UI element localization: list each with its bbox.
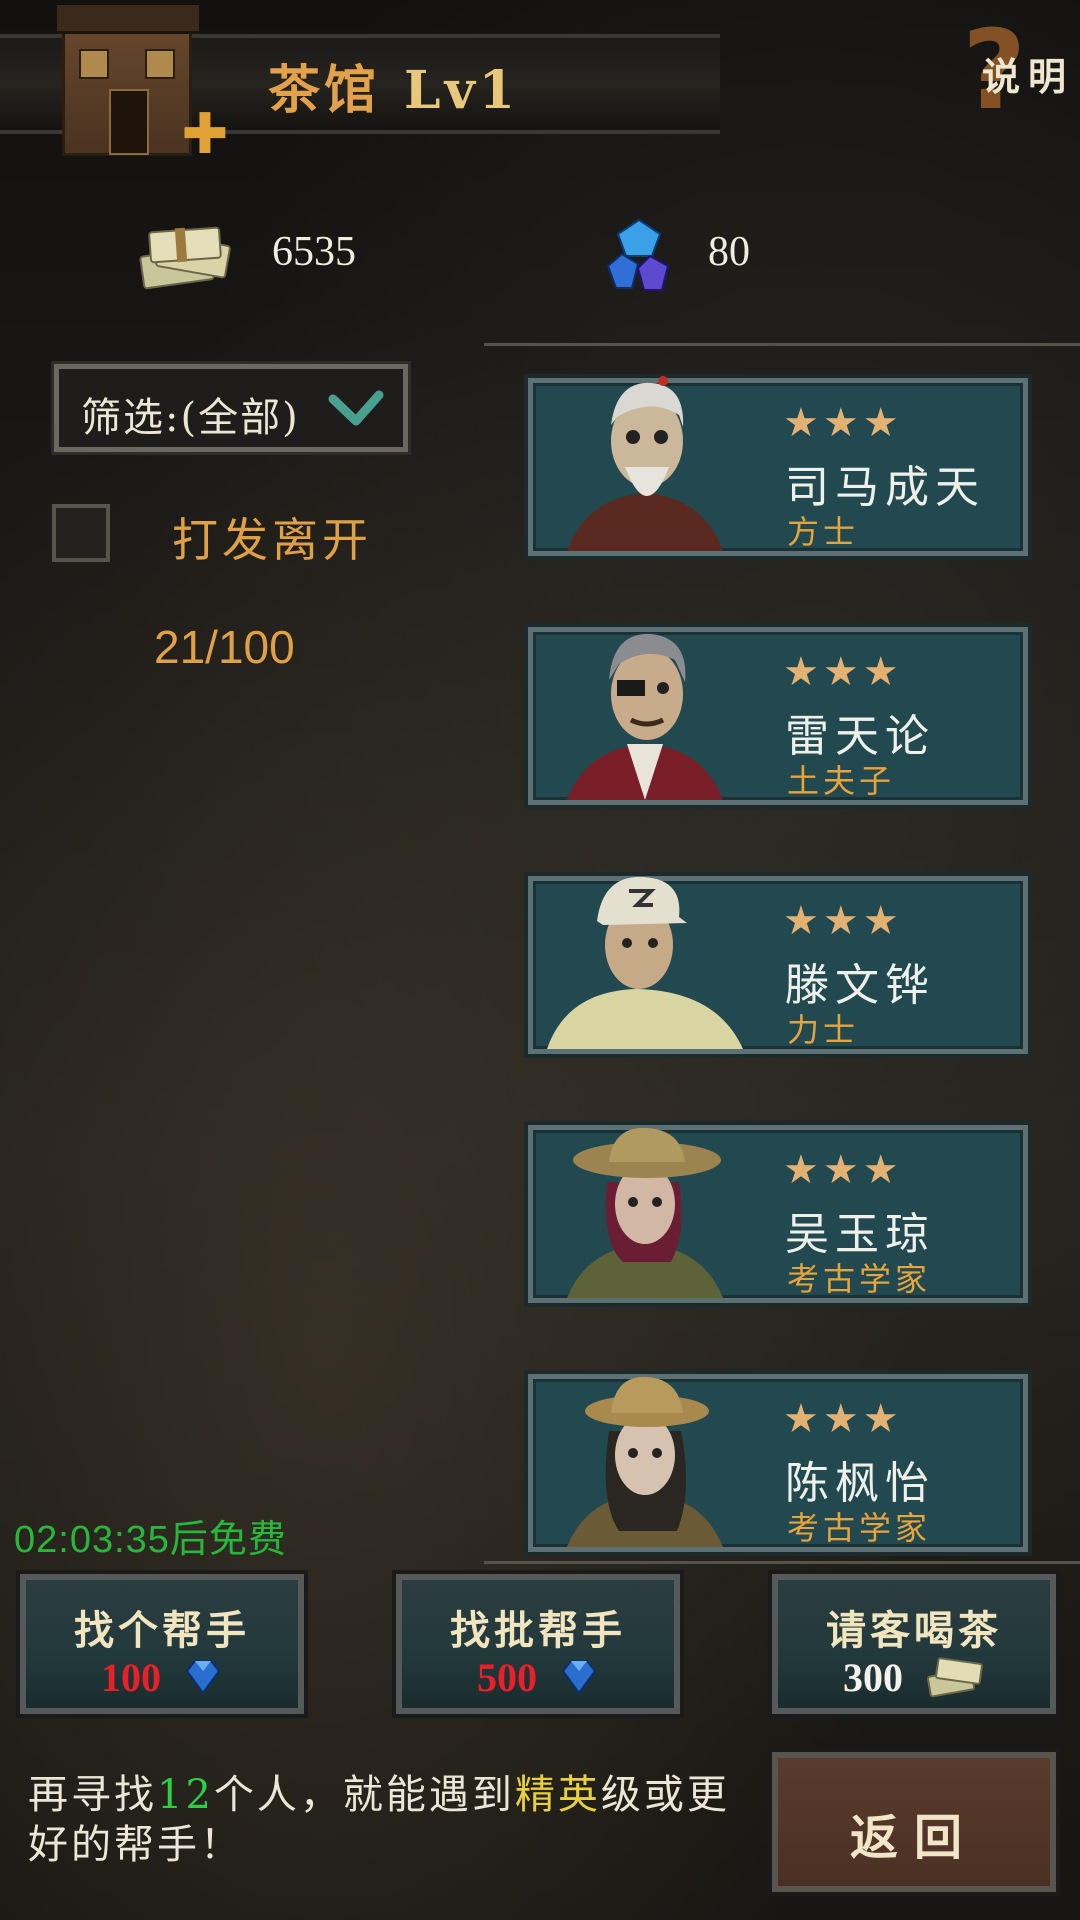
hero-class: 方士: [787, 513, 860, 551]
gem-icon: [604, 216, 674, 296]
back-label: 返回: [849, 1810, 978, 1866]
divider: [484, 1561, 1080, 1564]
recruit-one-button[interactable]: 找个帮手 100: [16, 1570, 308, 1718]
cash-icon: [925, 1655, 985, 1709]
hero-name: 滕文铧: [785, 960, 935, 1011]
hero-card[interactable]: ★★★ 雷天论 土夫子: [528, 627, 1028, 805]
cash-icon: [136, 222, 240, 292]
free-timer: 02:03:35后免费: [14, 1519, 287, 1561]
recruit-batch-button[interactable]: 找批帮手 500: [392, 1570, 684, 1718]
hero-class: 土夫子: [787, 762, 896, 800]
teahouse-building-icon[interactable]: [57, 5, 199, 156]
hero-card[interactable]: ★★★ 吴玉琼 考古学家: [528, 1125, 1028, 1303]
hero-stars: ★★★: [783, 1147, 903, 1193]
hero-card[interactable]: ★★★ 司马成天 方士: [528, 375, 1028, 556]
action-cost: 300: [778, 1654, 1050, 1709]
title-level: Lv1: [404, 60, 519, 121]
hero-stars: ★★★: [783, 1396, 903, 1442]
chevron-down-icon: [327, 389, 385, 429]
hero-stars: ★★★: [783, 649, 903, 695]
hero-card[interactable]: ★★★ 陈枫怡 考古学家: [528, 1374, 1028, 1552]
hero-stars: ★★★: [783, 898, 903, 944]
hero-portrait: [547, 1371, 743, 1547]
divider: [484, 343, 1080, 346]
help-label: 说明: [981, 54, 1074, 99]
action-title: 请客喝茶: [826, 1607, 1002, 1654]
hero-name: 司马成天: [785, 462, 985, 513]
hero-portrait: [547, 624, 743, 800]
hero-class: 力士: [787, 1011, 860, 1049]
hero-portrait: [547, 1122, 743, 1298]
hero-stars: ★★★: [783, 400, 903, 446]
hero-name: 雷天论: [785, 711, 935, 762]
gem-icon: [559, 1657, 599, 1707]
cash-value: 6535: [272, 229, 356, 275]
hero-class: 考古学家: [787, 1260, 932, 1298]
back-button[interactable]: 返回: [768, 1748, 1060, 1896]
title-name: 茶馆: [268, 60, 381, 121]
hero-class: 考古学家: [787, 1509, 932, 1547]
hint-tier: 精英: [514, 1772, 601, 1818]
gem-icon: [183, 1657, 223, 1707]
help-button[interactable]: ? 说明: [962, 6, 1074, 134]
action-cost: 100: [26, 1654, 298, 1707]
hero-name: 陈枫怡: [785, 1458, 935, 1509]
page-title: 茶馆 Lv1: [268, 48, 519, 123]
action-title: 找批帮手: [450, 1607, 626, 1654]
hero-portrait: [547, 375, 743, 551]
dismiss-label[interactable]: 打发离开: [172, 504, 372, 570]
invite-tea-button[interactable]: 请客喝茶 300: [768, 1570, 1060, 1718]
action-title: 找个帮手: [74, 1607, 250, 1654]
roster-capacity: 21/100: [154, 621, 295, 673]
hero-card[interactable]: ★★★ 滕文铧 力士: [528, 876, 1028, 1054]
upgrade-plus-icon[interactable]: ✚: [180, 107, 230, 163]
filter-dropdown[interactable]: 筛选:(全部): [51, 361, 411, 455]
hint-count: 12: [157, 1772, 214, 1818]
action-cost: 500: [402, 1654, 674, 1707]
hero-name: 吴玉琼: [785, 1209, 935, 1260]
hero-portrait: [547, 873, 743, 1049]
filter-label: 筛选:(全部): [81, 395, 300, 441]
recruit-hint: 再寻找12个人，就能遇到精英级或更好的帮手！: [28, 1772, 730, 1868]
gem-value: 80: [708, 229, 750, 275]
dismiss-checkbox[interactable]: [52, 504, 110, 562]
